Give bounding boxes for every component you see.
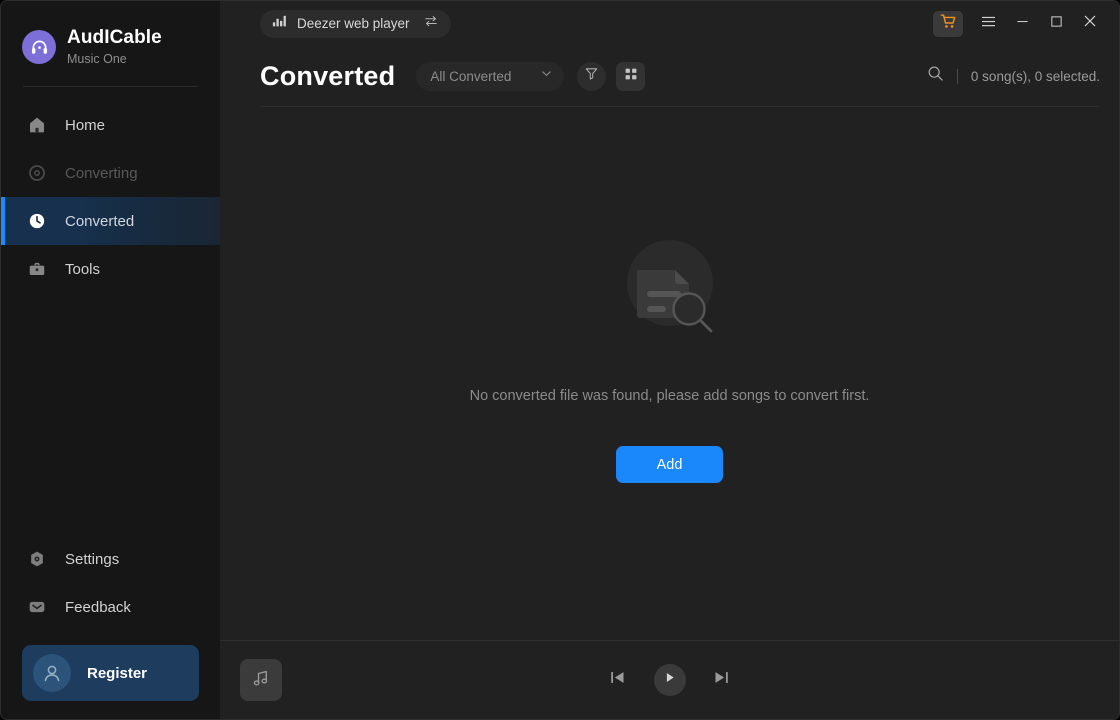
filter-button[interactable] [577,61,607,91]
equalizer-icon [272,14,288,33]
avatar-icon [33,654,71,692]
sidebar-item-settings[interactable]: Settings [1,535,220,583]
sidebar-item-feedback[interactable]: Feedback [1,583,220,631]
next-track-button[interactable] [705,663,739,697]
previous-track-button[interactable] [601,663,635,697]
sidebar-item-home[interactable]: Home [1,101,220,149]
sidebar-item-converted[interactable]: Converted [1,197,220,245]
grid-view-icon [624,67,638,86]
hamburger-menu-icon [981,15,996,33]
sidebar-item-label: Settings [65,550,120,568]
converting-icon [27,163,47,183]
sidebar-item-converting[interactable]: Converting [1,149,220,197]
close-icon [1083,14,1097,33]
sidebar-item-label: Tools [65,260,101,278]
clock-icon [27,211,47,231]
album-art-placeholder[interactable] [240,659,282,701]
add-button[interactable]: Add [616,446,723,483]
no-file-found-illustration [615,235,725,350]
header-right: 0 song(s), 0 selected. [927,65,1100,87]
source-selector[interactable]: Deezer web player [260,9,451,38]
previous-track-icon [608,668,627,692]
filter-dropdown-value: All Converted [430,68,512,84]
minimize-icon [1016,15,1029,33]
sidebar-bottom: Settings Feedback Register [1,535,220,719]
app-brand: AudICable Music One [1,1,220,71]
main-area: Deezer web player Converted All Converte… [220,1,1119,719]
hamburger-menu-button[interactable] [971,9,1005,39]
maximize-icon [1050,15,1063,33]
sidebar-nav: Home Converting Converted Tools [1,101,220,293]
header-separator [956,68,958,84]
source-label: Deezer web player [297,16,410,31]
swap-arrows-icon[interactable] [424,14,438,33]
music-note-icon [250,667,272,694]
gear-icon [27,549,47,569]
sidebar-item-label: Feedback [65,598,131,616]
transport-controls [220,663,1119,697]
chevron-down-icon [540,67,553,85]
funnel-icon [584,66,599,86]
close-button[interactable] [1073,9,1107,39]
shopping-cart-icon [940,13,957,35]
player-bar [220,641,1119,719]
envelope-icon [27,597,47,617]
register-button[interactable]: Register [22,645,199,701]
sidebar-divider [23,86,198,87]
sidebar-item-label: Converted [65,212,135,230]
sidebar-item-label: Home [65,116,106,134]
brand-title: AudICable [67,26,162,48]
play-icon [662,670,677,690]
home-icon [27,115,47,135]
app-window: AudICable Music One Home Converting Conv… [0,0,1120,720]
register-label: Register [87,664,148,682]
filter-dropdown[interactable]: All Converted [416,61,565,91]
maximize-button[interactable] [1039,9,1073,39]
app-logo-icon [22,30,56,64]
minimize-button[interactable] [1005,9,1039,39]
shopping-cart-button[interactable] [933,10,963,37]
content-header: Converted All Converted 0 song(s), 0 sel… [220,46,1119,106]
sidebar: AudICable Music One Home Converting Conv… [1,1,220,719]
page-title: Converted [260,60,396,91]
sidebar-item-tools[interactable]: Tools [1,245,220,293]
brand-subtitle: Music One [67,51,127,66]
title-bar: Deezer web player [220,1,1119,46]
play-button[interactable] [653,664,686,696]
empty-state-message: No converted file was found, please add … [469,388,870,404]
next-track-icon [712,668,731,692]
grid-view-button[interactable] [616,61,646,91]
toolbox-icon [27,259,47,279]
empty-state: No converted file was found, please add … [220,107,1119,640]
song-count-text: 0 song(s), 0 selected. [970,68,1100,84]
search-icon[interactable] [927,65,944,87]
sidebar-item-label: Converting [65,164,138,182]
